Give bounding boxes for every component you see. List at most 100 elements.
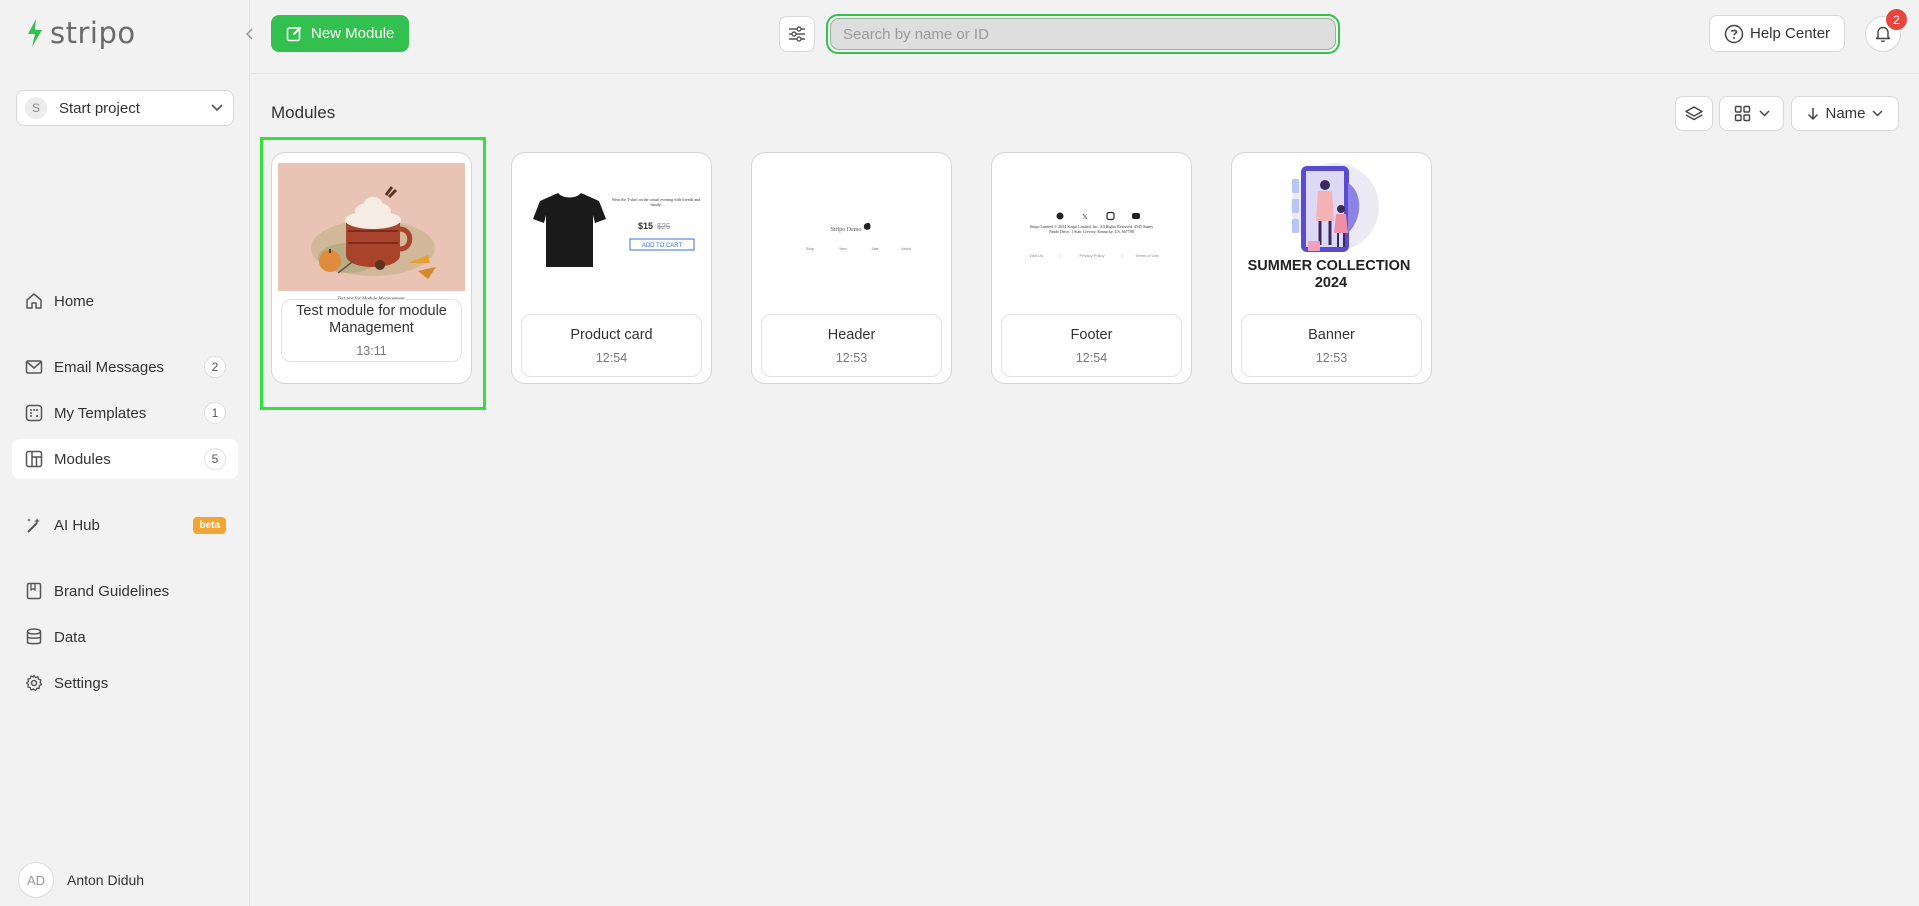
header-preview: Stripo Demo Shop New Sale About: [806, 222, 911, 251]
preview-link: Privacy Policy: [1080, 253, 1105, 258]
x-icon: 𝕏: [1082, 213, 1088, 221]
edit-icon: [286, 26, 302, 42]
module-name: Test module for module Management: [296, 303, 447, 336]
sidebar-item-label: Data: [54, 628, 86, 646]
count-badge: 2: [204, 356, 226, 378]
sidebar-item-email-messages[interactable]: Email Messages 2: [12, 347, 238, 387]
view-mode-dropdown[interactable]: [1719, 96, 1784, 131]
help-center-button[interactable]: Help Center: [1709, 15, 1846, 52]
autumn-cup-illustration: Test text for Module Management: [278, 163, 465, 302]
module-info: Product card 12:54: [521, 314, 702, 377]
sidebar-item-modules[interactable]: Modules 5: [12, 439, 238, 479]
notifications-badge: 2: [1886, 9, 1907, 30]
sidebar-item-ai-hub[interactable]: AI Hub beta: [12, 505, 238, 545]
help-center-label: Help Center: [1750, 25, 1831, 42]
database-icon: [24, 627, 44, 647]
user-profile[interactable]: AD Anton Diduh: [18, 862, 144, 898]
module-card[interactable]: Stripo Demo Shop New Sale About Header 1…: [751, 152, 952, 384]
bell-icon: [1875, 26, 1891, 43]
sidebar-item-my-templates[interactable]: My Templates 1: [12, 393, 238, 433]
layers-button[interactable]: [1675, 96, 1713, 131]
search-box: [826, 14, 1340, 54]
new-module-label: New Module: [311, 25, 395, 42]
sliders-icon: [789, 26, 805, 42]
avatar: AD: [18, 862, 54, 898]
module-info: Test module for module Management 13:11: [281, 299, 462, 362]
sidebar-item-label: Brand Guidelines: [54, 582, 170, 600]
module-time: 12:54: [1075, 350, 1108, 365]
search-input[interactable]: [830, 18, 1336, 50]
preview-logo: Stripo Demo: [831, 227, 862, 233]
module-time: 12:54: [595, 350, 628, 365]
module-name: Footer: [1070, 326, 1113, 343]
filter-button[interactable]: [779, 16, 815, 52]
module-info: Banner 12:53: [1241, 314, 1422, 377]
module-card[interactable]: Test text for Module Management Test mod…: [271, 152, 472, 384]
youtube-icon: [1132, 213, 1140, 219]
preview-cta: ADD TO CART: [642, 243, 683, 249]
sidebar-item-label: Settings: [54, 674, 109, 692]
sidebar: stripo S Start project Home Email Messag…: [0, 0, 253, 906]
tshirt-illustration: Wear the T-shirt on the casual evening w…: [533, 193, 701, 267]
user-name: Anton Diduh: [67, 872, 145, 888]
module-card[interactable]: 𝕏 Stripo Limited © 2024 Stripo Limited, …: [991, 152, 1192, 384]
sidebar-item-label: Home: [54, 292, 95, 310]
chevron-down-icon: [1758, 110, 1770, 117]
topbar: New Module Help Center 2: [251, 0, 1919, 74]
project-name: Start project: [59, 99, 140, 117]
project-initial: S: [25, 97, 47, 119]
sidebar-item-label: Email Messages: [54, 358, 165, 376]
module-name: Banner: [1308, 326, 1355, 343]
chevron-down-icon: [211, 104, 223, 112]
chevron-down-icon: [1871, 110, 1883, 117]
sidebar-item-label: My Templates: [54, 404, 147, 422]
module-preview: SUMMER COLLECTION 2024: [1238, 163, 1425, 303]
preview-menu-item: About: [901, 247, 910, 251]
layers-icon: [1685, 105, 1703, 120]
count-badge: 5: [204, 448, 226, 470]
preview-link: Terms of Use: [1135, 253, 1159, 258]
module-name: Header: [827, 326, 876, 343]
sort-dropdown[interactable]: Name: [1791, 96, 1899, 131]
module-time: 13:11: [356, 344, 387, 358]
magic-wand-icon: [24, 515, 44, 535]
instagram-icon: [1106, 211, 1115, 221]
sidebar-item-data[interactable]: Data: [12, 617, 238, 657]
sidebar-item-label: Modules: [54, 450, 111, 468]
sort-label: Name: [1825, 105, 1866, 122]
question-circle-icon: [1724, 24, 1744, 43]
module-name: Product card: [570, 326, 653, 343]
project-selector[interactable]: S Start project: [16, 90, 234, 126]
book-icon: [24, 581, 44, 601]
svg-text:SUMMER COLLECTION 2024: SUMMER COLLECTION 2024: [1248, 258, 1415, 291]
banner-heading-line: SUMMER COLLECTION: [1248, 258, 1411, 274]
sidebar-item-brand-guidelines[interactable]: Brand Guidelines: [12, 571, 238, 611]
logo-text: stripo: [50, 16, 136, 50]
footer-preview: 𝕏 Stripo Limited © 2024 Stripo Limited, …: [1029, 211, 1160, 259]
preview-text: Wear the T-shirt on the casual evening w…: [611, 197, 701, 207]
preview-menu-item: New: [839, 247, 846, 251]
stripo-logo[interactable]: stripo: [24, 16, 136, 50]
preview-text: Stripo Limited © 2024 Stripo Limited, In…: [1029, 224, 1154, 234]
new-module-button[interactable]: New Module: [271, 15, 410, 52]
sidebar-item-settings[interactable]: Settings: [12, 663, 238, 703]
module-card[interactable]: SUMMER COLLECTION 2024 Banner 12:53: [1231, 152, 1432, 384]
modules-icon: [24, 449, 44, 469]
module-time: 12:53: [835, 350, 868, 365]
preview-old-price: $25: [657, 222, 671, 231]
module-time: 12:53: [1315, 350, 1348, 365]
module-info: Footer 12:54: [1001, 314, 1182, 377]
count-badge: 1: [204, 402, 226, 424]
sidebar-item-home[interactable]: Home: [12, 281, 238, 321]
preview-link: Visit Us: [1029, 253, 1042, 258]
facebook-icon: [1056, 212, 1064, 220]
gear-icon: [24, 673, 44, 693]
module-card[interactable]: Wear the T-shirt on the casual evening w…: [511, 152, 712, 384]
banner-heading-line: 2024: [1315, 275, 1347, 291]
arrow-down-icon: [1808, 107, 1819, 120]
module-info: Header 12:53: [761, 314, 942, 377]
sidebar-item-label: AI Hub: [54, 516, 100, 534]
stripo-bolt-icon: [28, 19, 42, 47]
preview-menu-item: Shop: [806, 247, 814, 251]
mail-icon: [24, 357, 44, 377]
